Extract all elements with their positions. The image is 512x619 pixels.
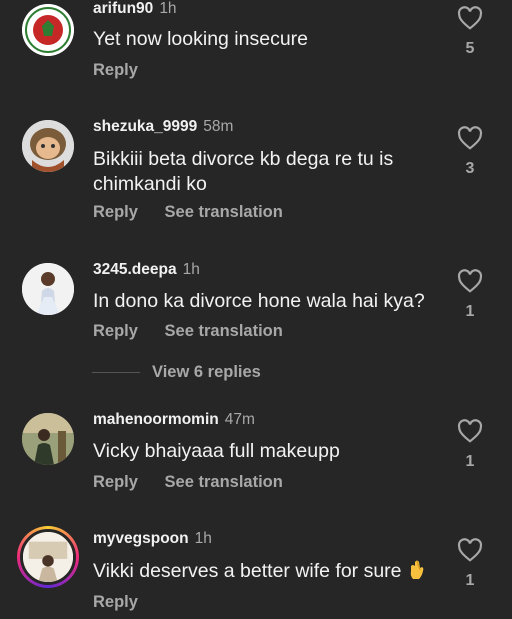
timestamp: 1h [194, 530, 212, 547]
cartoon-character-icon [22, 120, 74, 172]
avatar[interactable] [22, 120, 74, 172]
see-translation-button[interactable]: See translation [165, 203, 283, 221]
reply-button[interactable]: Reply [93, 203, 138, 221]
timestamp: 58m [203, 118, 234, 135]
heart-icon[interactable] [457, 419, 483, 443]
like-count: 1 [465, 453, 475, 470]
comment-text: Vikki deserves a better wife for sure [93, 560, 402, 582]
comment-text: Bikkiii beta divorce kb dega re tu is ch… [93, 148, 394, 195]
reply-button[interactable]: Reply [93, 593, 138, 611]
timestamp: 1h [182, 261, 200, 278]
like-count: 5 [465, 40, 475, 57]
avatar[interactable] [22, 263, 74, 315]
username[interactable]: myvegspoon [93, 530, 189, 547]
like-count: 3 [465, 160, 475, 177]
comment-text: Yet now looking insecure [93, 28, 309, 50]
comment-text: In dono ka divorce hone wala hai kya? [93, 290, 425, 312]
reply-button[interactable]: Reply [93, 473, 138, 491]
like-count: 1 [465, 572, 475, 589]
avatar[interactable] [22, 4, 74, 56]
see-translation-button[interactable]: See translation [165, 322, 283, 340]
bangladesh-emblem-icon [22, 4, 74, 56]
story-ring-photo [23, 532, 73, 582]
woman-photo [22, 263, 74, 315]
divider [92, 372, 140, 374]
reply-button[interactable]: Reply [93, 322, 138, 340]
heart-icon[interactable] [457, 6, 483, 30]
heart-icon[interactable] [457, 126, 483, 150]
timestamp: 1h [159, 0, 177, 17]
avatar[interactable] [17, 526, 79, 588]
username[interactable]: mahenoormomin [93, 411, 219, 428]
heart-icon[interactable] [457, 538, 483, 562]
timestamp: 47m [224, 411, 255, 428]
username[interactable]: arifun90 [93, 0, 153, 17]
person-outdoor-photo [22, 413, 74, 465]
comment-text: Vicky bhaiyaaa full makeupp [93, 440, 340, 462]
see-translation-button[interactable]: See translation [165, 473, 283, 491]
heart-icon[interactable] [457, 269, 483, 293]
crossed-fingers-emoji [410, 560, 423, 579]
view-replies-button[interactable]: View 6 replies [92, 362, 261, 382]
view-replies-label[interactable]: View 6 replies [152, 363, 261, 381]
username[interactable]: 3245.deepa [93, 261, 177, 278]
comment-text-row: Vikki deserves a better wife for sure [93, 558, 428, 584]
reply-button[interactable]: Reply [93, 61, 138, 79]
like-count: 1 [465, 303, 475, 320]
avatar[interactable] [22, 413, 74, 465]
username[interactable]: shezuka_9999 [93, 118, 197, 135]
